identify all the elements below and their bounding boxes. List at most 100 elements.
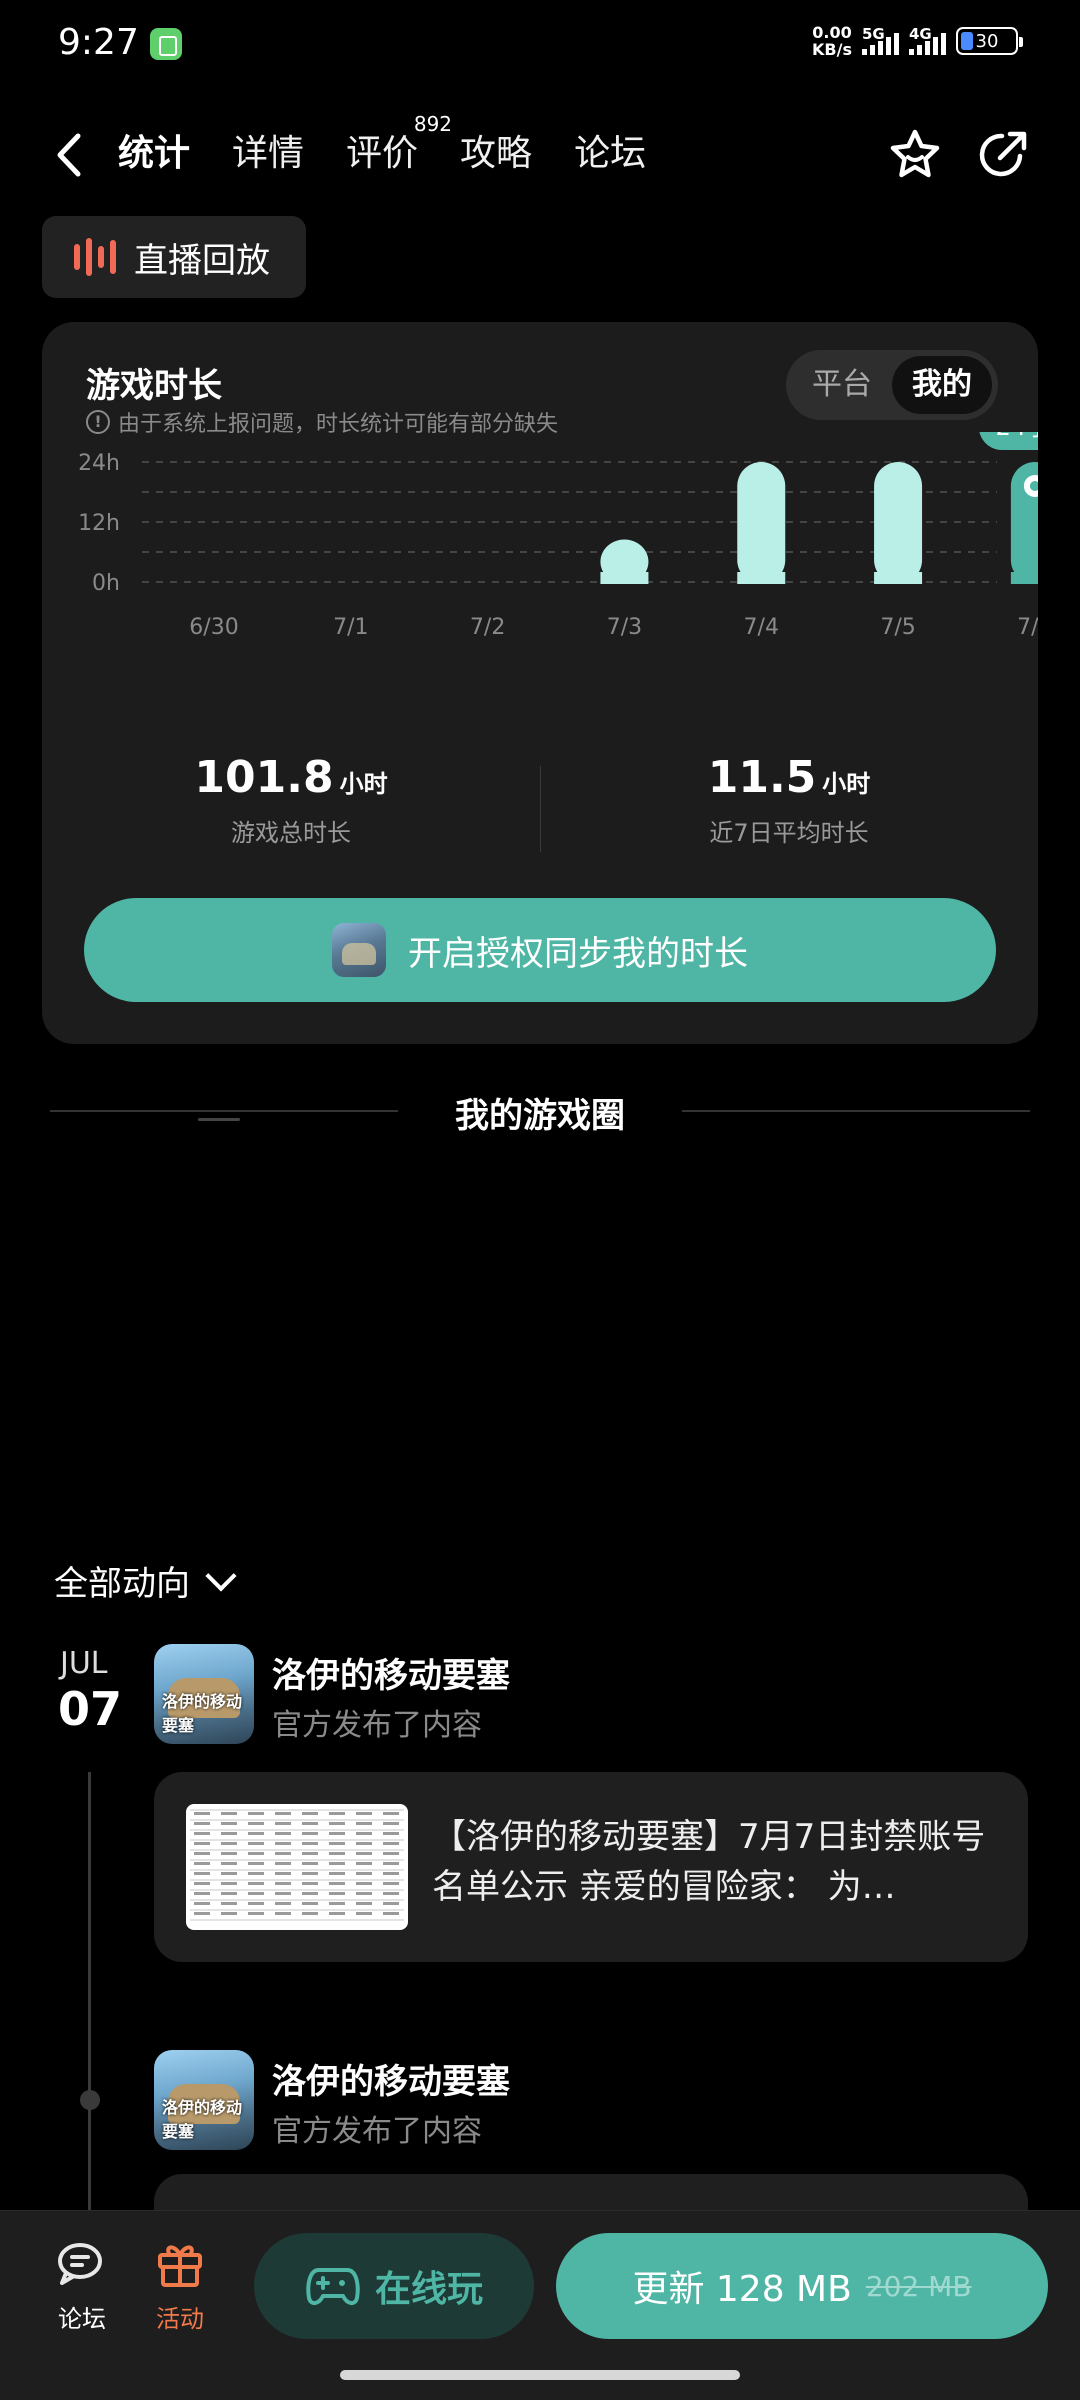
update-label: 更新 128 MB — [632, 2269, 852, 2310]
update-button[interactable]: 更新 128 MB 202 MB — [556, 2233, 1048, 2339]
x-tick-label: 7/2 — [470, 615, 505, 640]
activity-nav-label: 活动 — [156, 2305, 204, 2333]
status-indicators: 0.00 KB/s 5G 4G 30 — [812, 24, 1023, 58]
star-icon — [890, 129, 940, 178]
bar — [874, 462, 923, 584]
feed-filter-label: 全部动向 — [54, 1564, 190, 1604]
toggle-platform[interactable]: 平台 — [792, 356, 892, 414]
game-avatar-text: 洛伊的移动要塞 — [162, 1692, 243, 1735]
tab-bar: 统计 详情 评价 892 攻略 论坛 — [111, 112, 688, 188]
live-replay-label: 直播回放 — [134, 240, 270, 281]
game-avatar[interactable]: 洛伊的移动要塞 — [154, 2050, 254, 2150]
battery-icon: 30 — [956, 27, 1023, 55]
tab-details[interactable]: 详情 — [232, 124, 304, 188]
back-button[interactable] — [48, 130, 92, 180]
top-nav: 统计 详情 评价 892 攻略 论坛 — [0, 110, 1080, 200]
total-playtime-label: 游戏总时长 — [231, 819, 351, 847]
tab-label: 论坛 — [574, 133, 647, 174]
x-tick-label: 6/30 — [189, 615, 238, 640]
share-button[interactable] — [974, 126, 1032, 184]
post-game-name[interactable]: 洛伊的移动要塞 — [272, 2054, 510, 2103]
live-replay-button[interactable]: 直播回放 — [42, 216, 306, 298]
bar-base — [737, 572, 786, 584]
review-count-badge: 892 — [413, 112, 453, 136]
home-indicator[interactable] — [340, 2370, 740, 2380]
y-tick-label: 24h — [78, 451, 120, 476]
authorize-sync-button[interactable]: 开启授权同步我的时长 — [84, 898, 996, 1002]
forum-nav-label: 论坛 — [58, 2305, 106, 2333]
favorite-button[interactable] — [886, 126, 944, 184]
notification-app-icon — [150, 28, 182, 60]
update-original-size: 202 MB — [865, 2269, 972, 2303]
y-tick-label: 12h — [78, 511, 120, 536]
tab-label: 统计 — [118, 133, 191, 174]
tab-forum[interactable]: 论坛 — [574, 124, 646, 188]
authorize-sync-label: 开启授权同步我的时长 — [408, 933, 748, 974]
exclamation-icon: ! — [86, 410, 110, 434]
playtime-bar-chart: 24h 12h 0h 6/30 7/1 7/2 7/3 7/4 7/5 7/6 24小时 — [78, 432, 1038, 640]
game-avatar[interactable]: 洛伊的移动要塞 — [154, 1644, 254, 1744]
tab-stats[interactable]: 统计 — [111, 124, 197, 188]
toggle-mine[interactable]: 我的 — [892, 356, 992, 414]
x-tick-label: 7/1 — [333, 615, 368, 640]
post-game-name[interactable]: 洛伊的移动要塞 — [272, 1648, 510, 1697]
tab-label: 攻略 — [460, 133, 533, 174]
x-tick-label: 7/6 — [1017, 615, 1038, 640]
tab-label: 详情 — [232, 133, 305, 174]
game-circle-title: 我的游戏圈 — [455, 1096, 625, 1136]
status-bar: 9:27 0.00 KB/s 5G 4G 30 — [0, 0, 1080, 92]
date-day: 07 — [58, 1682, 123, 1736]
post-card[interactable]: 【洛伊的移动要塞】7月7日封禁账号名单公示 亲爱的冒险家： 为… — [154, 1772, 1028, 1962]
share-icon — [979, 131, 1027, 177]
bar-base — [1010, 572, 1038, 584]
battery-level: 30 — [975, 30, 999, 52]
tab-reviews[interactable]: 评价 892 — [346, 112, 452, 188]
game-avatar-text: 洛伊的移动要塞 — [162, 2098, 243, 2141]
total-playtime-value: 101.8 — [194, 752, 334, 803]
divider-line — [682, 1110, 1030, 1112]
post-content: 【洛伊的移动要塞】7月7日封禁账号名单公示 亲爱的冒险家： 为… — [432, 1817, 986, 1907]
total-playtime-unit: 小时 — [339, 770, 388, 798]
x-tick-label: 7/4 — [744, 615, 779, 640]
forum-nav-button[interactable]: 论坛 — [42, 2239, 122, 2334]
bar-base — [600, 572, 649, 584]
bar-base — [874, 572, 923, 584]
bar — [737, 462, 786, 584]
x-tick-label: 7/3 — [607, 615, 642, 640]
average-playtime-value: 11.5 — [707, 752, 817, 803]
feed-filter-dropdown[interactable]: 全部动向 — [54, 1556, 237, 1605]
activity-nav-button[interactable]: 活动 — [140, 2239, 220, 2334]
source-toggle: 平台 我的 — [786, 350, 998, 420]
chevron-down-icon — [205, 1559, 237, 1592]
signal-5g-label: 5G — [862, 25, 885, 43]
play-online-label: 在线玩 — [374, 2269, 483, 2310]
status-time: 9:27 — [58, 22, 139, 63]
tab-label: 评价 — [346, 133, 419, 174]
signal-4g-label: 4G — [909, 25, 932, 43]
y-tick-label: 0h — [92, 571, 120, 596]
network-speed-value: 0.00 — [812, 23, 852, 42]
tab-guides[interactable]: 攻略 — [460, 124, 532, 188]
timeline-line — [88, 1772, 91, 2212]
audio-bars-icon — [74, 237, 116, 277]
game-icon — [332, 923, 386, 977]
x-tick-label: 7/5 — [880, 615, 915, 640]
chat-icon — [58, 2243, 102, 2285]
chevron-left-icon — [57, 133, 81, 177]
average-playtime-label: 近7日平均时长 — [709, 819, 869, 847]
signal-icon-4g: 4G — [909, 25, 946, 55]
average-playtime: 11.5 小时 近7日平均时长 — [540, 752, 1038, 848]
post-thumbnail — [186, 1804, 408, 1930]
gamepad-icon — [306, 2268, 360, 2305]
playtime-totals: 101.8 小时 游戏总时长 11.5 小时 近7日平均时长 — [42, 752, 1038, 852]
highlight-tooltip-label: 24小时 — [996, 432, 1038, 441]
timeline-dot — [80, 2090, 100, 2110]
game-circle-divider: 我的游戏圈 — [50, 1088, 1030, 1138]
network-speed: 0.00 KB/s — [812, 24, 852, 58]
play-online-button[interactable]: 在线玩 — [254, 2233, 534, 2339]
playtime-title: 游戏时长 — [86, 366, 222, 406]
playtime-card: 游戏时长 ! 由于系统上报问题，时长统计可能有部分缺失 平台 我的 24h 12h… — [42, 322, 1038, 1044]
post-subtitle: 官方发布了内容 — [272, 1708, 482, 1743]
total-playtime: 101.8 小时 游戏总时长 — [42, 752, 540, 848]
post-subtitle: 官方发布了内容 — [272, 2114, 482, 2149]
